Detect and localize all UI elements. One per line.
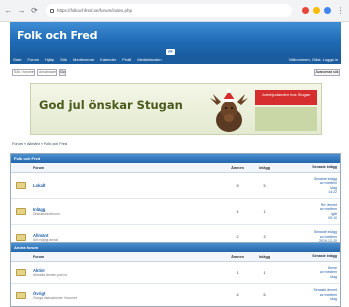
menu-item-members[interactable]: Medlemmar	[73, 57, 94, 62]
forward-icon[interactable]: →	[17, 6, 26, 15]
banner-image	[255, 107, 317, 131]
forum-section-2: Andra forum Forum Ämnen Inlägg Senaste i…	[10, 242, 341, 307]
topics-count: 1	[236, 209, 239, 214]
last-post[interactable]: Senaste inlägg av medlem Idag 14:22	[278, 177, 340, 195]
menu-item-start[interactable]: Start	[13, 57, 21, 62]
col-topics: Ämnen	[231, 165, 244, 170]
forum-desc: Övriga diskussioner i forumet	[33, 295, 77, 300]
extension-icon-yellow[interactable]	[313, 7, 320, 14]
col-last-post: Senaste inlägg	[312, 165, 337, 170]
user-input[interactable]: Användare	[37, 69, 57, 76]
extension-icon-blue[interactable]	[324, 7, 331, 14]
breadcrumb[interactable]: Forum » Allmänt » Folk och Fred	[12, 140, 339, 148]
folder-icon	[16, 269, 26, 276]
search-row: Sök i forumet Användare Go Avancerad sök	[10, 68, 341, 78]
back-icon[interactable]: ←	[4, 6, 13, 15]
last-post[interactable]: Senaste ämnet av medlem Idag	[278, 288, 340, 301]
forum-link[interactable]: Lokalt	[33, 183, 224, 188]
browser-menu-icon[interactable]: ⋮	[336, 6, 345, 15]
section-title[interactable]: Andra forum	[11, 243, 340, 252]
topics-count: 5	[236, 183, 239, 188]
forum-desc: Allt möjligt annat	[33, 237, 58, 242]
last-post[interactable]: Re: ämnet av medlem Igår 09:10	[278, 203, 340, 221]
welcome-text[interactable]: Välkommen, Gäst. Logga in	[289, 55, 338, 64]
site-header: Folk och Fred FF	[10, 22, 341, 55]
posts-count: 6	[263, 293, 266, 297]
folder-icon	[16, 208, 26, 215]
section-title[interactable]: Folk och Fred	[11, 154, 340, 163]
posts-count: 5	[263, 183, 266, 188]
menu-item-calendar[interactable]: Kalender	[100, 57, 116, 62]
folder-icon	[16, 182, 26, 189]
moose-icon	[210, 89, 248, 132]
browser-window: ← → ⟳ https://folkochfred.se/forum/index…	[0, 0, 349, 307]
search-input[interactable]: Sök i forumet	[12, 69, 35, 76]
posts-count: 1	[263, 209, 266, 214]
col-topics: Ämnen	[231, 254, 244, 259]
banner-text: God jul önskar Stugan	[39, 98, 183, 112]
address-bar[interactable]: https://folkochfred.se/forum/index.php	[46, 4, 292, 17]
menu-item-help[interactable]: Hjälp	[45, 57, 54, 62]
col-posts: Inlägg	[258, 165, 271, 170]
folder-icon	[16, 291, 26, 299]
last-post[interactable]: Ämne av medlem Idag	[278, 266, 340, 279]
topics-count: 4	[236, 293, 239, 297]
col-forum: Forum	[33, 165, 45, 170]
col-posts: Inlägg	[258, 254, 271, 259]
reload-icon[interactable]: ⟳	[30, 6, 39, 15]
table-row: Övrigt Övriga diskussioner i forumet 4 6…	[11, 284, 340, 306]
topics-count: 2	[236, 235, 239, 239]
forum-page: Folk och Fred FF Start Forum Hjälp Sök M…	[10, 22, 341, 307]
extension-icon-red[interactable]	[302, 7, 309, 14]
topics-count: 1	[236, 270, 239, 275]
main-menu: Start Forum Hjälp Sök Medlemmar Kalender…	[10, 55, 341, 64]
column-header: Forum Ämnen Inlägg Senaste inlägg	[11, 252, 340, 262]
christmas-banner[interactable]: God jul önskar Stugan Julerbjudanden hos…	[30, 83, 322, 135]
table-row: Inlägg Diskussionsforum 1 1 Re: ämnet av…	[11, 199, 340, 225]
table-row: Lokalt 5 5 Senaste inlägg av medlem Idag…	[11, 173, 340, 199]
column-header: Forum Ämnen Inlägg Senaste inlägg	[11, 163, 340, 173]
folder-icon	[16, 233, 26, 241]
banner-offer[interactable]: Julerbjudanden hos Stugan	[255, 90, 317, 105]
search-button[interactable]: Go	[59, 69, 66, 76]
menu-item-forum[interactable]: Forum	[27, 57, 39, 62]
forum-desc: Aktuella ämnen just nu	[33, 273, 68, 277]
site-logo[interactable]: Folk och Fred	[17, 29, 97, 42]
table-row: Aktivt Aktuella ämnen just nu 1 1 Ämne a…	[11, 262, 340, 284]
advanced-search-button[interactable]: Avancerad sök	[314, 69, 340, 76]
forum-section-1: Folk och Fred Forum Ämnen Inlägg Senaste…	[10, 153, 341, 250]
browser-toolbar: ← → ⟳ https://folkochfred.se/forum/index…	[0, 0, 349, 22]
menu-item-messages[interactable]: Meddelanden	[137, 57, 161, 62]
posts-count: 1	[263, 270, 266, 275]
col-forum: Forum	[33, 254, 45, 259]
menu-item-profile[interactable]: Profil	[122, 57, 131, 62]
col-last-post: Senaste inlägg	[312, 254, 337, 259]
forum-desc: Diskussionsforum	[33, 212, 60, 216]
posts-count: 3	[263, 235, 266, 239]
menu-item-search[interactable]: Sök	[60, 57, 67, 62]
url-text: https://folkochfred.se/forum/index.php	[57, 8, 133, 13]
lock-icon	[50, 8, 54, 13]
